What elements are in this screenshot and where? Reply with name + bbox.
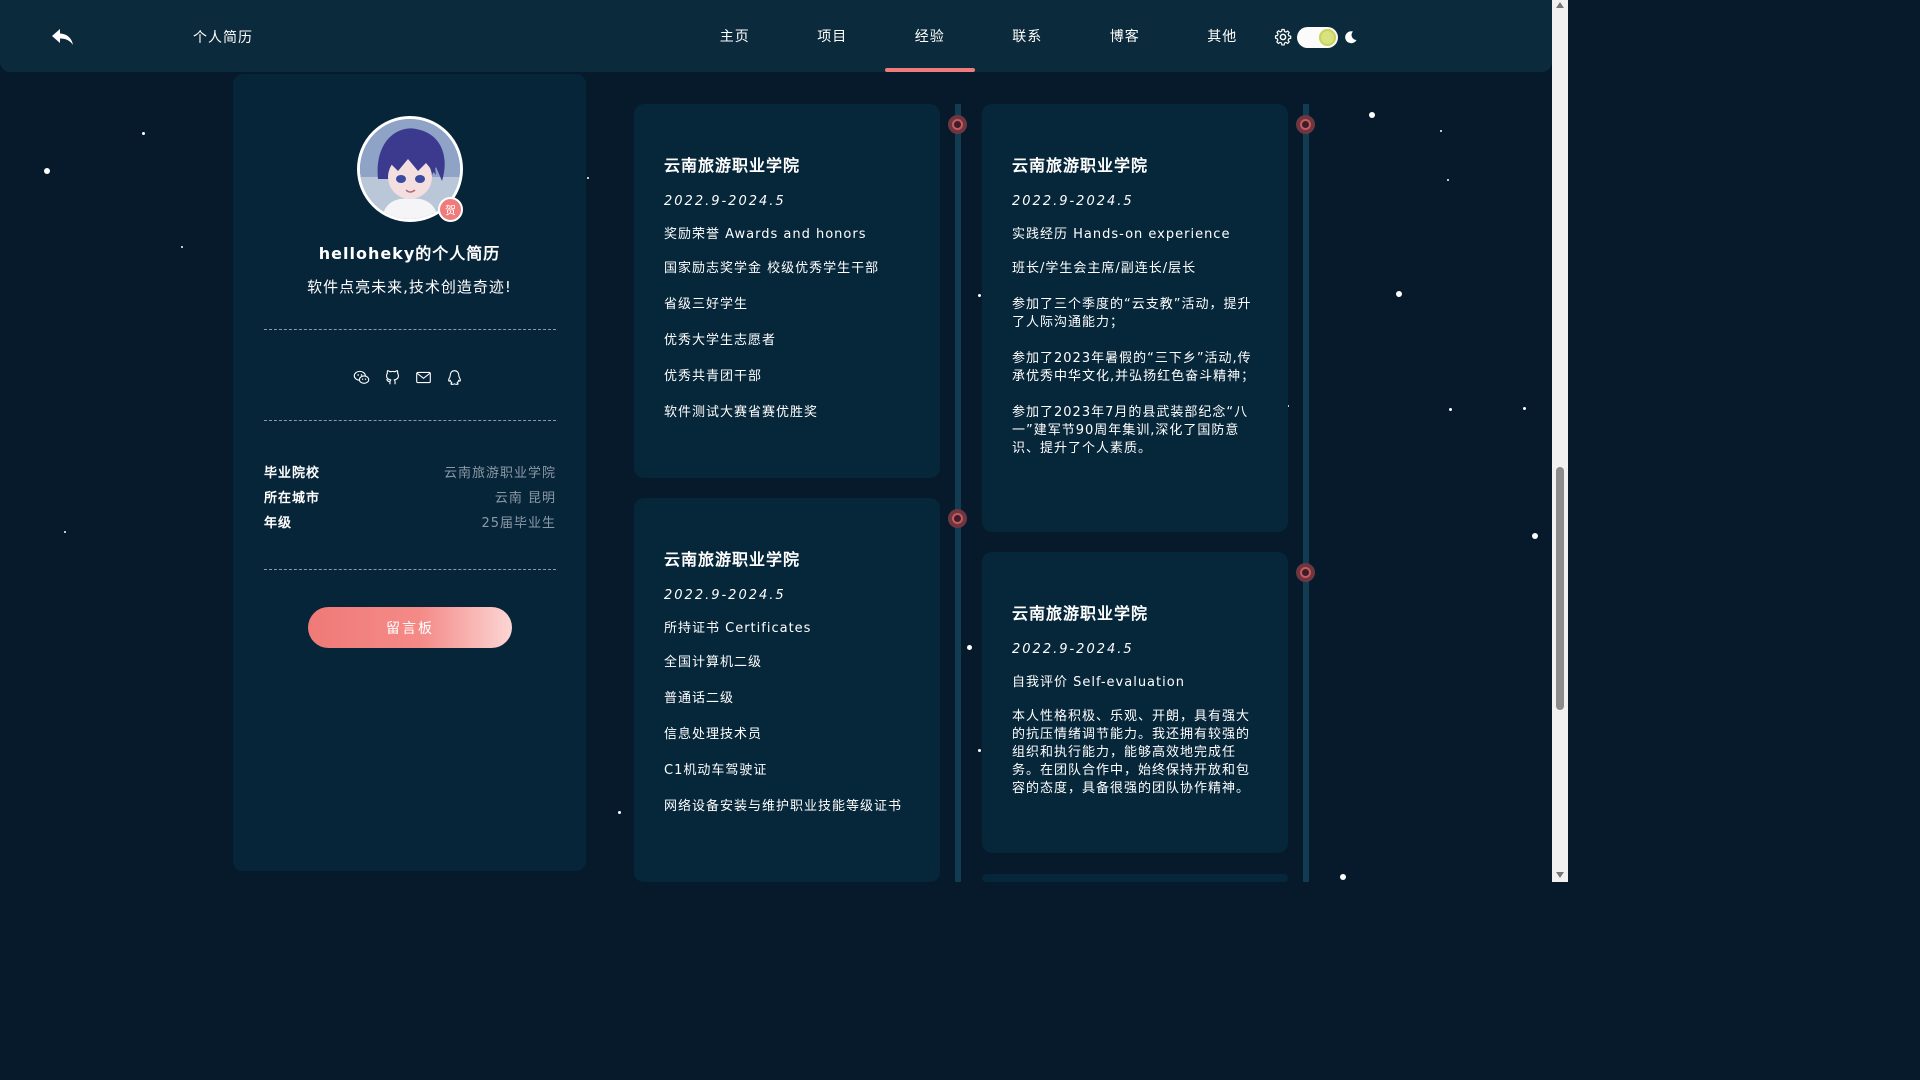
github-icon[interactable] xyxy=(384,369,401,386)
avatar-badge: 贺 xyxy=(438,197,463,222)
card-date: 2022.9-2024.5 xyxy=(1012,642,1134,657)
qq-icon[interactable] xyxy=(446,369,463,386)
social-links xyxy=(353,369,463,386)
star xyxy=(978,749,981,752)
card-title: 云南旅游职业学院 xyxy=(664,156,801,175)
profile-motto: 软件点亮未来,技术创造奇迹! xyxy=(307,278,512,296)
star xyxy=(64,531,66,533)
nav-blog[interactable]: 博客 xyxy=(1076,0,1174,72)
card-section: 奖励荣誉 Awards and honors xyxy=(664,227,867,242)
star xyxy=(44,168,50,174)
scroll-up-arrow[interactable] xyxy=(1556,2,1564,8)
divider xyxy=(264,329,556,330)
info-label: 毕业院校 xyxy=(264,466,321,481)
list-item: 软件测试大赛省赛优胜奖 xyxy=(664,405,819,420)
star xyxy=(1369,112,1375,118)
nav-experience[interactable]: 经验 xyxy=(881,0,979,72)
experience-card-practice: 云南旅游职业学院 2022.9-2024.5 实践经历 Hands-on exp… xyxy=(982,104,1288,532)
star xyxy=(618,811,621,814)
list-item: 参加了2023年暑假的“三下乡”活动,传承优秀中华文化,并弘扬红色奋斗精神； xyxy=(1012,351,1256,384)
list-item: 全国计算机二级 xyxy=(664,655,763,670)
info-city: 所在城市 云南 昆明 xyxy=(264,487,556,506)
timeline-dot xyxy=(1296,115,1315,134)
list-item: 信息处理技术员 xyxy=(664,727,763,742)
main-nav: 主页 项目 经验 联系 博客 其他 xyxy=(686,0,1271,72)
timeline-line xyxy=(955,104,961,882)
scroll-thumb[interactable] xyxy=(1556,467,1564,710)
card-title: 云南旅游职业学院 xyxy=(1012,156,1149,175)
profile-card: 贺 helloheky的个人简历 软件点亮未来,技术创造奇迹! 毕业院校 云南旅… xyxy=(233,74,586,871)
profile-name: helloheky的个人简历 xyxy=(318,244,501,263)
gear-icon[interactable] xyxy=(1274,28,1292,46)
list-item: 普通话二级 xyxy=(664,691,735,706)
star xyxy=(587,177,589,179)
divider xyxy=(264,569,556,570)
nav-projects[interactable]: 项目 xyxy=(784,0,882,72)
list-item: 优秀共青团干部 xyxy=(664,369,763,384)
mail-icon[interactable] xyxy=(415,369,432,386)
info-grade: 年级 25届毕业生 xyxy=(264,512,556,531)
list-item: 本人性格积极、乐观、开朗，具有强大的抗压情绪调节能力。我还拥有较强的组织和执行能… xyxy=(1012,709,1251,796)
scroll-down-arrow[interactable] xyxy=(1556,872,1564,878)
star xyxy=(1396,291,1402,297)
info-school: 毕业院校 云南旅游职业学院 xyxy=(264,462,556,481)
experience-card-certificates: 云南旅游职业学院 2022.9-2024.5 所持证书 Certificates… xyxy=(634,498,940,882)
star xyxy=(142,132,145,135)
timeline-line xyxy=(1303,104,1309,882)
list-item: 国家励志奖学金 校级优秀学生干部 xyxy=(664,261,880,276)
wechat-icon[interactable] xyxy=(353,369,370,386)
star xyxy=(181,246,183,248)
divider xyxy=(264,420,556,421)
nav-home[interactable]: 主页 xyxy=(686,0,784,72)
timeline-dot xyxy=(1296,563,1315,582)
card-date: 2022.9-2024.5 xyxy=(664,194,786,209)
list-item: 参加了三个季度的“云支教”活动，提升了人际沟通能力； xyxy=(1012,297,1252,330)
timeline-dot xyxy=(948,509,967,528)
info-label: 年级 xyxy=(264,516,293,531)
star xyxy=(967,645,972,650)
card-date: 2022.9-2024.5 xyxy=(1012,194,1134,209)
nav-contact[interactable]: 联系 xyxy=(979,0,1077,72)
star xyxy=(1340,874,1346,880)
star xyxy=(978,294,981,297)
list-item: 省级三好学生 xyxy=(664,297,749,312)
star xyxy=(1447,179,1449,181)
list-item: 参加了2023年7月的县武装部纪念“八一”建军节90周年集训,深化了国防意识、提… xyxy=(1012,405,1249,456)
card-list: 国家励志奖学金 校级优秀学生干部 省级三好学生 优秀大学生志愿者 优秀共青团干部… xyxy=(664,260,910,422)
card-section: 自我评价 Self-evaluation xyxy=(1012,675,1185,690)
card-list: 班长/学生会主席/副连长/层长 参加了三个季度的“云支教”活动，提升了人际沟通能… xyxy=(1012,260,1258,458)
star xyxy=(1523,407,1526,410)
card-title: 云南旅游职业学院 xyxy=(664,550,801,569)
card-date: 2022.9-2024.5 xyxy=(664,588,786,603)
toggle-knob xyxy=(1319,29,1336,46)
list-item: 网络设备安装与维护职业技能等级证书 xyxy=(664,799,903,814)
info-label: 所在城市 xyxy=(264,491,321,506)
info-value: 云南 昆明 xyxy=(494,491,556,506)
card-section: 实践经历 Hands-on experience xyxy=(1012,227,1231,242)
back-arrow-icon[interactable] xyxy=(48,24,76,50)
info-value: 云南旅游职业学院 xyxy=(443,466,556,481)
card-title: 云南旅游职业学院 xyxy=(1012,604,1149,623)
list-item: 班长/学生会主席/副连长/层长 xyxy=(1012,261,1197,276)
nav-other[interactable]: 其他 xyxy=(1174,0,1272,72)
info-value: 25届毕业生 xyxy=(481,516,556,531)
moon-icon xyxy=(1345,31,1357,44)
list-item: 优秀大学生志愿者 xyxy=(664,333,777,348)
message-board-button[interactable]: 留言板 xyxy=(308,607,512,648)
list-item: C1机动车驾驶证 xyxy=(664,763,768,778)
experience-card-self-evaluation: 云南旅游职业学院 2022.9-2024.5 自我评价 Self-evaluat… xyxy=(982,552,1288,853)
card-section: 所持证书 Certificates xyxy=(664,621,812,636)
site-title[interactable]: 个人简历 xyxy=(193,27,253,47)
star xyxy=(1449,408,1452,411)
top-nav-bar: 个人简历 主页 项目 经验 联系 博客 其他 xyxy=(0,0,1552,72)
experience-card-next xyxy=(982,874,1288,882)
star xyxy=(1532,533,1538,539)
theme-toggle[interactable] xyxy=(1297,27,1338,48)
experience-card-awards: 云南旅游职业学院 2022.9-2024.5 奖励荣誉 Awards and h… xyxy=(634,104,940,478)
star xyxy=(1440,130,1442,132)
card-list: 本人性格积极、乐观、开朗，具有强大的抗压情绪调节能力。我还拥有较强的组织和执行能… xyxy=(1012,708,1258,798)
timeline-dot xyxy=(948,115,967,134)
card-list: 全国计算机二级 普通话二级 信息处理技术员 C1机动车驾驶证 网络设备安装与维护… xyxy=(664,654,910,816)
page-scrollbar[interactable] xyxy=(1552,0,1568,882)
